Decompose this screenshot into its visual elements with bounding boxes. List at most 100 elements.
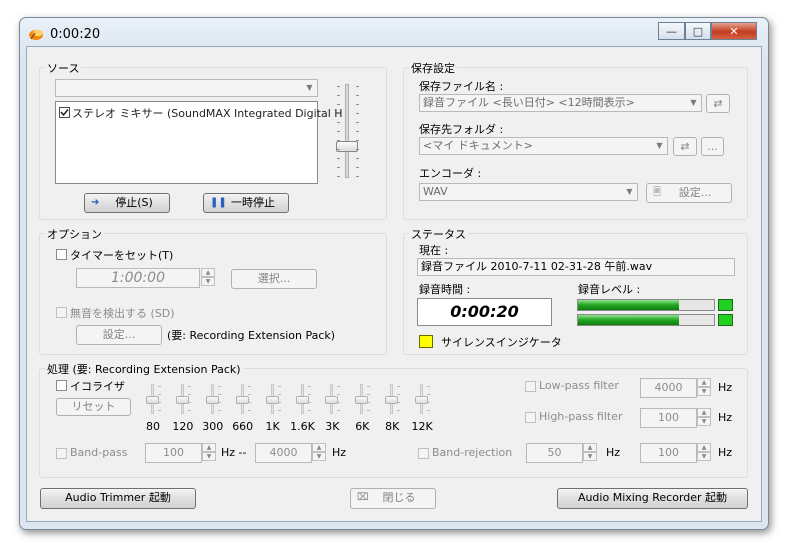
bandrejection-center-value: 50 — [547, 446, 562, 459]
level-meter-right-fill — [578, 315, 679, 325]
highpass-label[interactable]: High-pass filter — [539, 410, 623, 423]
bandrejection-checkbox[interactable] — [418, 448, 429, 459]
eq-band-label: 120 — [172, 420, 194, 433]
volume-tick — [356, 122, 359, 123]
bandrejection-center-spinner[interactable]: ▲ ▼ — [583, 443, 597, 463]
bandpass-label[interactable]: Band-pass — [70, 446, 127, 459]
equalizer-reset-button[interactable]: リセット — [56, 398, 131, 416]
volume-tick — [337, 113, 340, 114]
folder-value: <マイ ドキュメント> — [423, 139, 533, 152]
stop-label: 停止(S) — [115, 196, 153, 209]
minimize-button[interactable]: — — [658, 22, 685, 40]
bandpass-to-spinner[interactable]: ▲ ▼ — [312, 443, 326, 463]
lowpass-hz: Hz — [718, 381, 733, 394]
bandrejection-width-input[interactable]: 100 — [640, 443, 697, 463]
eq-tick — [397, 402, 401, 403]
bandrejection-center-hz: Hz — [606, 446, 621, 459]
lowpass-label[interactable]: Low-pass filter — [539, 379, 619, 392]
equalizer-checkbox[interactable] — [56, 380, 67, 391]
equalizer-label[interactable]: イコライザ — [70, 378, 125, 394]
eq-tick — [187, 386, 191, 387]
audio-mixing-recorder-button[interactable]: Audio Mixing Recorder 起動 — [557, 488, 748, 509]
bandrejection-center-input[interactable]: 50 — [526, 443, 583, 463]
eq-band-label: 300 — [202, 420, 224, 433]
encoder-settings-button[interactable]: 🗏 設定... — [646, 183, 732, 203]
source-device-combo[interactable]: ▼ — [55, 79, 318, 97]
silence-settings-button[interactable]: 設定... — [76, 325, 162, 345]
bandpass-from-value: 100 — [163, 446, 184, 459]
timer-input[interactable]: 1:00:00 — [76, 268, 200, 288]
status-group-label: ステータス — [409, 226, 468, 242]
eq-tick — [337, 394, 341, 395]
options-requires-note: (要: Recording Extension Pack) — [167, 329, 336, 342]
filename-value: 録音ファイル <長い日付> <12時間表示> — [423, 96, 635, 109]
peak-indicator-left — [718, 299, 733, 311]
eq-tick — [217, 402, 221, 403]
bandpass-from-input[interactable]: 100 — [145, 443, 202, 463]
lowpass-checkbox[interactable] — [525, 381, 536, 392]
volume-tick — [356, 86, 359, 87]
timer-spinner[interactable]: ▲ ▼ — [201, 268, 215, 288]
options-group-label: オプション — [45, 226, 104, 242]
lowpass-spinner[interactable]: ▲ ▼ — [697, 378, 711, 398]
recording-time-display: 0:00:20 — [417, 298, 552, 326]
document-icon: 🗏 — [653, 187, 662, 198]
eq-tick — [158, 386, 161, 387]
close-button[interactable]: ⌧ 閉じる — [350, 488, 436, 509]
bandpass-from-spinner[interactable]: ▲ ▼ — [202, 443, 216, 463]
audio-trimmer-button[interactable]: Audio Trimmer 起動 — [40, 488, 196, 509]
folder-browse-button[interactable]: ... — [701, 137, 724, 156]
volume-tick — [356, 158, 359, 159]
app-icon — [28, 27, 45, 41]
eq-tick — [158, 402, 161, 403]
silence-detect-checkbox[interactable] — [56, 307, 67, 318]
maximize-button[interactable]: □ — [685, 22, 711, 40]
pause-button[interactable]: ❚❚ 一時停止 — [203, 193, 289, 213]
eq-tick — [277, 410, 281, 411]
eq-band-label: 80 — [146, 420, 160, 433]
folder-swap-button[interactable]: ⇄ — [673, 137, 697, 156]
eq-tick — [187, 394, 191, 395]
current-label: 現在 : — [419, 244, 449, 257]
recording-time-value: 0:00:20 — [450, 302, 519, 321]
timer-checkbox[interactable] — [56, 249, 67, 260]
bandpass-to-input[interactable]: 4000 — [255, 443, 312, 463]
close-window-button[interactable]: ✕ — [711, 22, 757, 40]
bandpass-checkbox[interactable] — [56, 448, 67, 459]
timer-select-button[interactable]: 選択... — [231, 269, 317, 289]
highpass-input[interactable]: 100 — [640, 408, 697, 428]
eq-tick — [337, 402, 341, 403]
bandrejection-width-spinner[interactable]: ▲ ▼ — [697, 443, 711, 463]
filename-combo[interactable]: 録音ファイル <長い日付> <12時間表示> ▼ — [419, 94, 702, 112]
source-item-checkbox[interactable] — [59, 107, 70, 118]
volume-tick — [337, 122, 340, 123]
lowpass-input[interactable]: 4000 — [640, 378, 697, 398]
eq-band-label: 1.6K — [290, 420, 315, 433]
volume-slider-thumb[interactable] — [336, 141, 358, 152]
eq-tick — [307, 386, 311, 387]
source-group-label: ソース — [45, 60, 82, 76]
volume-tick — [356, 131, 359, 132]
highpass-spinner[interactable]: ▲ ▼ — [697, 408, 711, 428]
highpass-value: 100 — [658, 411, 679, 424]
folder-combo[interactable]: <マイ ドキュメント> ▼ — [419, 137, 668, 155]
volume-tick — [356, 95, 359, 96]
volume-tick — [337, 167, 340, 168]
eq-band-label: 8K — [385, 420, 400, 433]
highpass-checkbox[interactable] — [525, 412, 536, 423]
eq-tick — [307, 402, 311, 403]
stop-button[interactable]: ➜ 停止(S) — [84, 193, 170, 213]
volume-tick — [337, 131, 340, 132]
eq-band-label: 1K — [265, 420, 280, 433]
source-list-item[interactable]: ステレオ ミキサー (SoundMAX Integrated Digital H — [72, 105, 343, 121]
encoder-combo[interactable]: WAV ▼ — [419, 183, 638, 201]
bandrejection-label[interactable]: Band-rejection — [432, 446, 512, 459]
encoder-label: エンコーダ : — [419, 167, 482, 180]
filename-swap-button[interactable]: ⇄ — [706, 94, 730, 113]
volume-tick — [337, 104, 340, 105]
timer-label[interactable]: タイマーをセット(T) — [70, 247, 173, 263]
eq-tick — [247, 394, 251, 395]
silence-detect-label[interactable]: 無音を検出する (SD) — [70, 305, 175, 321]
eq-tick — [337, 410, 341, 411]
volume-slider-track[interactable] — [345, 84, 349, 178]
